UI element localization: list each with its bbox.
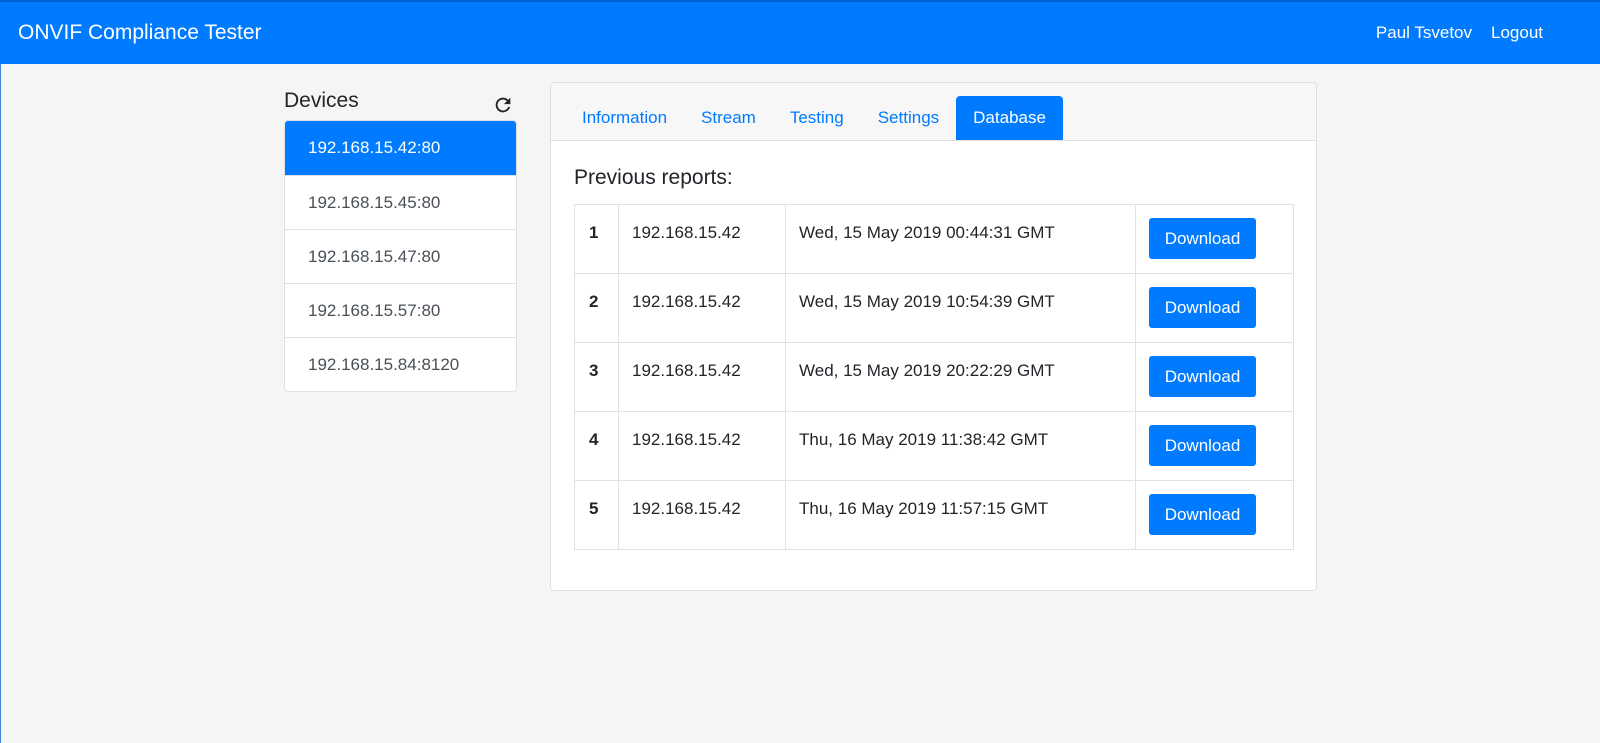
reports-table: 1 192.168.15.42 Wed, 15 May 2019 00:44:31 … — [574, 204, 1294, 550]
device-item[interactable]: 192.168.15.84:8120 — [285, 337, 516, 391]
device-item[interactable]: 192.168.15.42:80 — [285, 121, 516, 175]
refresh-icon[interactable] — [492, 94, 514, 116]
report-ip: 192.168.15.42 — [618, 411, 786, 481]
report-ip: 192.168.15.42 — [618, 480, 786, 550]
report-number: 5 — [574, 480, 619, 550]
user-name-link[interactable]: Paul Tsvetov — [1376, 23, 1472, 43]
report-date: Thu, 16 May 2019 11:57:15 GMT — [785, 480, 1136, 550]
tab-testing[interactable]: Testing — [773, 96, 861, 140]
report-action: Download — [1135, 411, 1294, 481]
logout-link[interactable]: Logout — [1491, 23, 1543, 43]
table-row: 1 192.168.15.42 Wed, 15 May 2019 00:44:31 … — [574, 204, 1294, 274]
download-button[interactable]: Download — [1149, 287, 1256, 328]
tab-information[interactable]: Information — [565, 96, 684, 140]
devices-title: Devices — [284, 89, 359, 112]
report-ip: 192.168.15.42 — [618, 204, 786, 274]
report-ip: 192.168.15.42 — [618, 342, 786, 412]
report-number: 3 — [574, 342, 619, 412]
section-title: Previous reports: — [574, 166, 733, 189]
tab-stream[interactable]: Stream — [684, 96, 773, 140]
devices-sidebar: Devices 192.168.15.42:80 192.168.15.45:80… — [284, 80, 517, 392]
download-button[interactable]: Download — [1149, 494, 1256, 535]
report-action: Download — [1135, 342, 1294, 412]
table-row: 3 192.168.15.42 Wed, 15 May 2019 20:22:29 … — [574, 342, 1294, 412]
report-action: Download — [1135, 273, 1294, 343]
devices-header: Devices — [284, 80, 517, 120]
device-list: 192.168.15.42:80 192.168.15.45:80 192.168.… — [284, 120, 517, 392]
tab-bar: Information Stream Testing Settings Database — [551, 83, 1316, 141]
top-navbar: ONVIF Compliance Tester Paul Tsvetov Log… — [0, 0, 1600, 64]
report-ip: 192.168.15.42 — [618, 273, 786, 343]
report-date: Wed, 15 May 2019 00:44:31 GMT — [785, 204, 1136, 274]
report-number: 1 — [574, 204, 619, 274]
report-date: Thu, 16 May 2019 11:38:42 GMT — [785, 411, 1136, 481]
table-row: 4 192.168.15.42 Thu, 16 May 2019 11:38:42 … — [574, 411, 1294, 481]
tabs: Information Stream Testing Settings Database — [565, 96, 1063, 140]
report-number: 2 — [574, 273, 619, 343]
report-action: Download — [1135, 204, 1294, 274]
device-item[interactable]: 192.168.15.57:80 — [285, 283, 516, 337]
report-action: Download — [1135, 480, 1294, 550]
user-nav: Paul Tsvetov Logout — [1357, 23, 1543, 43]
device-item[interactable]: 192.168.15.47:80 — [285, 229, 516, 283]
database-tab-content: Previous reports: 1 192.168.15.42 Wed, 15 … — [551, 166, 1316, 550]
device-panel: Information Stream Testing Settings Database… — [550, 82, 1317, 591]
device-item[interactable]: 192.168.15.45:80 — [285, 175, 516, 229]
app-title[interactable]: ONVIF Compliance Tester — [18, 21, 262, 45]
tab-settings[interactable]: Settings — [861, 96, 956, 140]
download-button[interactable]: Download — [1149, 425, 1256, 466]
tab-database[interactable]: Database — [956, 96, 1063, 140]
report-date: Wed, 15 May 2019 10:54:39 GMT — [785, 273, 1136, 343]
report-date: Wed, 15 May 2019 20:22:29 GMT — [785, 342, 1136, 412]
report-number: 4 — [574, 411, 619, 481]
download-button[interactable]: Download — [1149, 356, 1256, 397]
table-row: 5 192.168.15.42 Thu, 16 May 2019 11:57:15 … — [574, 480, 1294, 550]
table-row: 2 192.168.15.42 Wed, 15 May 2019 10:54:39 … — [574, 273, 1294, 343]
download-button[interactable]: Download — [1149, 218, 1256, 259]
